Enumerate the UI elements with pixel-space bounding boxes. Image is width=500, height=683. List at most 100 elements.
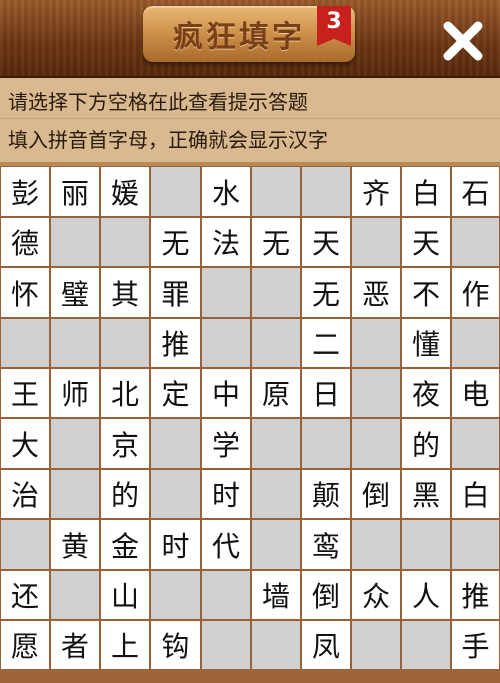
- hint-panel: 请选择下方空格在此查看提示答题 填入拼音首字母，正确就会显示汉字: [0, 78, 500, 166]
- blocked-cell: [401, 519, 451, 570]
- grid-cell[interactable]: 山: [100, 570, 150, 620]
- grid-cell[interactable]: 天: [401, 217, 451, 267]
- grid-cell[interactable]: 推: [150, 318, 201, 368]
- grid-cell[interactable]: 推: [451, 570, 500, 620]
- blocked-cell: [251, 166, 301, 217]
- blocked-cell: [351, 418, 401, 469]
- blocked-cell: [50, 217, 100, 267]
- blocked-cell: [150, 570, 201, 620]
- blocked-cell: [50, 318, 100, 368]
- grid-cell[interactable]: 时: [201, 469, 251, 519]
- game-screen: 疯狂填字 3 请选择下方空格在此查看提示答题 填入拼音首字母，正确就会显示汉字 …: [0, 0, 500, 683]
- grid-cell[interactable]: 中: [201, 368, 251, 418]
- blocked-cell: [201, 570, 251, 620]
- grid-cell[interactable]: 夜: [401, 368, 451, 418]
- grid-cell[interactable]: 齐: [351, 166, 401, 217]
- close-button[interactable]: [438, 16, 488, 66]
- grid-cell[interactable]: 其: [100, 267, 150, 318]
- blocked-cell: [301, 166, 351, 217]
- blocked-cell: [251, 469, 301, 519]
- blocked-cell: [50, 570, 100, 620]
- grid-cell[interactable]: 懂: [401, 318, 451, 368]
- grid-cell[interactable]: 还: [0, 570, 50, 620]
- blocked-cell: [251, 418, 301, 469]
- grid-cell[interactable]: 北: [100, 368, 150, 418]
- blocked-cell: [50, 418, 100, 469]
- grid-cell[interactable]: 恶: [351, 267, 401, 318]
- grid-cell[interactable]: 钩: [150, 620, 201, 670]
- grid-cell[interactable]: 天: [301, 217, 351, 267]
- blocked-cell: [150, 166, 201, 217]
- grid-cell[interactable]: 人: [401, 570, 451, 620]
- grid-cell[interactable]: 原: [251, 368, 301, 418]
- grid-cell[interactable]: 时: [150, 519, 201, 570]
- grid-cell[interactable]: 黄: [50, 519, 100, 570]
- hint-divider: [0, 118, 500, 119]
- grid-cell[interactable]: 定: [150, 368, 201, 418]
- blocked-cell: [351, 318, 401, 368]
- blocked-cell: [100, 318, 150, 368]
- blocked-cell: [251, 318, 301, 368]
- game-title: 疯狂填字: [173, 20, 305, 55]
- blocked-cell: [100, 217, 150, 267]
- close-icon: [443, 21, 483, 61]
- blocked-cell: [351, 217, 401, 267]
- grid-cell[interactable]: 怀: [0, 267, 50, 318]
- grid-cell[interactable]: 治: [0, 469, 50, 519]
- grid-cell[interactable]: 的: [100, 469, 150, 519]
- grid-cell[interactable]: 白: [401, 166, 451, 217]
- grid-cell[interactable]: 作: [451, 267, 500, 318]
- blocked-cell: [150, 469, 201, 519]
- blocked-cell: [201, 267, 251, 318]
- grid-cell[interactable]: 水: [201, 166, 251, 217]
- blocked-cell: [201, 318, 251, 368]
- blocked-cell: [451, 318, 500, 368]
- grid-cell[interactable]: 代: [201, 519, 251, 570]
- blocked-cell: [351, 620, 401, 670]
- grid-cell[interactable]: 的: [401, 418, 451, 469]
- grid-cell[interactable]: 媛: [100, 166, 150, 217]
- grid-cell[interactable]: 倒: [351, 469, 401, 519]
- grid-cell[interactable]: 无: [251, 217, 301, 267]
- grid-cell[interactable]: 倒: [301, 570, 351, 620]
- grid-cell[interactable]: 大: [0, 418, 50, 469]
- grid-cell[interactable]: 璧: [50, 267, 100, 318]
- blocked-cell: [401, 620, 451, 670]
- header-bar: 疯狂填字 3: [0, 0, 500, 78]
- grid-cell[interactable]: 不: [401, 267, 451, 318]
- grid-cell[interactable]: 师: [50, 368, 100, 418]
- grid-cell[interactable]: 丽: [50, 166, 100, 217]
- grid-cell[interactable]: 黑: [401, 469, 451, 519]
- blocked-cell: [451, 217, 500, 267]
- grid-cell[interactable]: 众: [351, 570, 401, 620]
- grid-cell[interactable]: 无: [301, 267, 351, 318]
- hint-instruction: 请选择下方空格在此查看提示答题: [8, 90, 308, 114]
- grid-cell[interactable]: 王: [0, 368, 50, 418]
- blocked-cell: [201, 620, 251, 670]
- grid-cell[interactable]: 日: [301, 368, 351, 418]
- grid-cell[interactable]: 鸾: [301, 519, 351, 570]
- blocked-cell: [251, 620, 301, 670]
- grid-cell[interactable]: 者: [50, 620, 100, 670]
- grid-cell[interactable]: 无: [150, 217, 201, 267]
- blocked-cell: [251, 267, 301, 318]
- grid-cell[interactable]: 京: [100, 418, 150, 469]
- grid-cell[interactable]: 墙: [251, 570, 301, 620]
- grid-cell[interactable]: 法: [201, 217, 251, 267]
- grid-cell[interactable]: 电: [451, 368, 500, 418]
- blocked-cell: [150, 418, 201, 469]
- grid-cell[interactable]: 颠: [301, 469, 351, 519]
- grid-cell[interactable]: 白: [451, 469, 500, 519]
- grid-cell[interactable]: 二: [301, 318, 351, 368]
- blocked-cell: [50, 469, 100, 519]
- grid-cell[interactable]: 手: [451, 620, 500, 670]
- grid-cell[interactable]: 石: [451, 166, 500, 217]
- grid-cell[interactable]: 学: [201, 418, 251, 469]
- grid-cell[interactable]: 彭: [0, 166, 50, 217]
- grid-cell[interactable]: 凤: [301, 620, 351, 670]
- grid-cell[interactable]: 愿: [0, 620, 50, 670]
- grid-cell[interactable]: 金: [100, 519, 150, 570]
- grid-cell[interactable]: 德: [0, 217, 50, 267]
- grid-cell[interactable]: 上: [100, 620, 150, 670]
- grid-cell[interactable]: 罪: [150, 267, 201, 318]
